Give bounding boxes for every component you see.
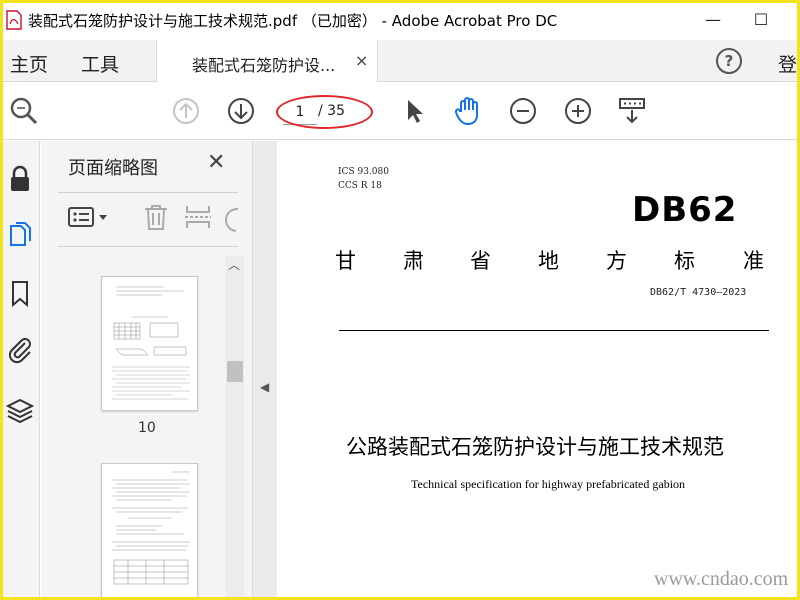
- window-title: 装配式石笼防护设计与施工技术规范.pdf （已加密） - Adobe Acrob…: [28, 12, 558, 30]
- standard-number: DB62/T 4730—2023: [650, 287, 747, 298]
- bookmark-icon[interactable]: [5, 278, 35, 308]
- province-char: 方: [606, 249, 627, 273]
- title-bar: 装配式石笼防护设计与施工技术规范.pdf （已加密） - Adobe Acrob…: [0, 0, 800, 40]
- minimize-button[interactable]: —: [698, 7, 728, 33]
- page-thumbnail[interactable]: [101, 276, 198, 411]
- province-char: 甘: [335, 249, 356, 273]
- standard-title: 公路装配式石笼防护设计与施工技术规范: [346, 435, 724, 459]
- acrobat-pdf-icon: [6, 10, 22, 30]
- standard-english-title: Technical specification for highway pref…: [411, 477, 686, 491]
- panel-toolbar-divider: [58, 246, 238, 247]
- layers-icon[interactable]: [5, 395, 35, 425]
- tab-bar: 主页 工具 装配式石笼防护设... ×: [0, 40, 800, 82]
- previous-page-icon[interactable]: [170, 95, 202, 127]
- zoom-out-icon[interactable]: [507, 95, 539, 127]
- thumbnail-page-label: 10: [138, 420, 156, 436]
- search-icon[interactable]: [8, 95, 40, 127]
- rotate-page-icon[interactable]: [222, 201, 240, 233]
- province-char: 标: [674, 249, 695, 273]
- header-rule: [339, 330, 769, 331]
- province-char: 地: [538, 249, 559, 273]
- lock-icon[interactable]: [5, 164, 35, 194]
- document-tab-label: 装配式石笼防护设...: [192, 56, 336, 75]
- attachment-icon[interactable]: [5, 334, 35, 364]
- province-char: 准: [743, 249, 764, 273]
- province-char: 省: [470, 249, 491, 273]
- thumbnail-page-preview: [112, 471, 190, 585]
- page-display-icon[interactable]: [616, 95, 648, 127]
- rail-active-indicator: [0, 214, 3, 254]
- panel-collapse-handle[interactable]: [253, 141, 277, 600]
- tab-home[interactable]: 主页: [10, 50, 48, 77]
- delete-icon[interactable]: [140, 201, 172, 233]
- thumbnail-options-icon[interactable]: [66, 201, 114, 233]
- thumbnails-scrollbar[interactable]: [226, 256, 244, 600]
- tab-tools[interactable]: 工具: [81, 50, 119, 77]
- scrollbar-thumb[interactable]: [227, 361, 243, 382]
- page-thumbnails-icon[interactable]: [5, 220, 35, 250]
- scroll-up-icon[interactable]: ︿: [228, 256, 240, 273]
- ics-code: ICS 93.080: [338, 167, 389, 177]
- annotation-ellipse: [276, 95, 373, 129]
- close-tab-button[interactable]: ×: [355, 51, 368, 70]
- ccs-code: CCS R 18: [338, 181, 382, 191]
- tab-document[interactable]: 装配式石笼防护设... ×: [156, 40, 378, 82]
- collapse-arrow-icon[interactable]: ◀: [260, 380, 269, 394]
- left-rail: [0, 141, 40, 600]
- next-page-icon[interactable]: [225, 95, 257, 127]
- zoom-in-icon[interactable]: [562, 95, 594, 127]
- insert-page-icon[interactable]: [182, 201, 214, 233]
- db62-logo: DB62: [632, 190, 738, 230]
- panel-close-button[interactable]: ✕: [207, 150, 225, 175]
- select-pointer-icon[interactable]: [398, 95, 430, 127]
- thumbnail-page-preview: [112, 286, 190, 400]
- help-button[interactable]: ?: [716, 48, 742, 74]
- panel-title: 页面缩略图: [68, 158, 158, 179]
- maximize-button[interactable]: ☐: [746, 7, 776, 33]
- watermark-text: www.cndao.com: [654, 568, 789, 590]
- page-thumbnail[interactable]: [101, 463, 198, 600]
- hand-tool-icon[interactable]: [452, 95, 484, 127]
- login-button[interactable]: 登: [778, 50, 797, 77]
- panel-divider: [58, 192, 238, 193]
- province-char: 肃: [403, 249, 424, 273]
